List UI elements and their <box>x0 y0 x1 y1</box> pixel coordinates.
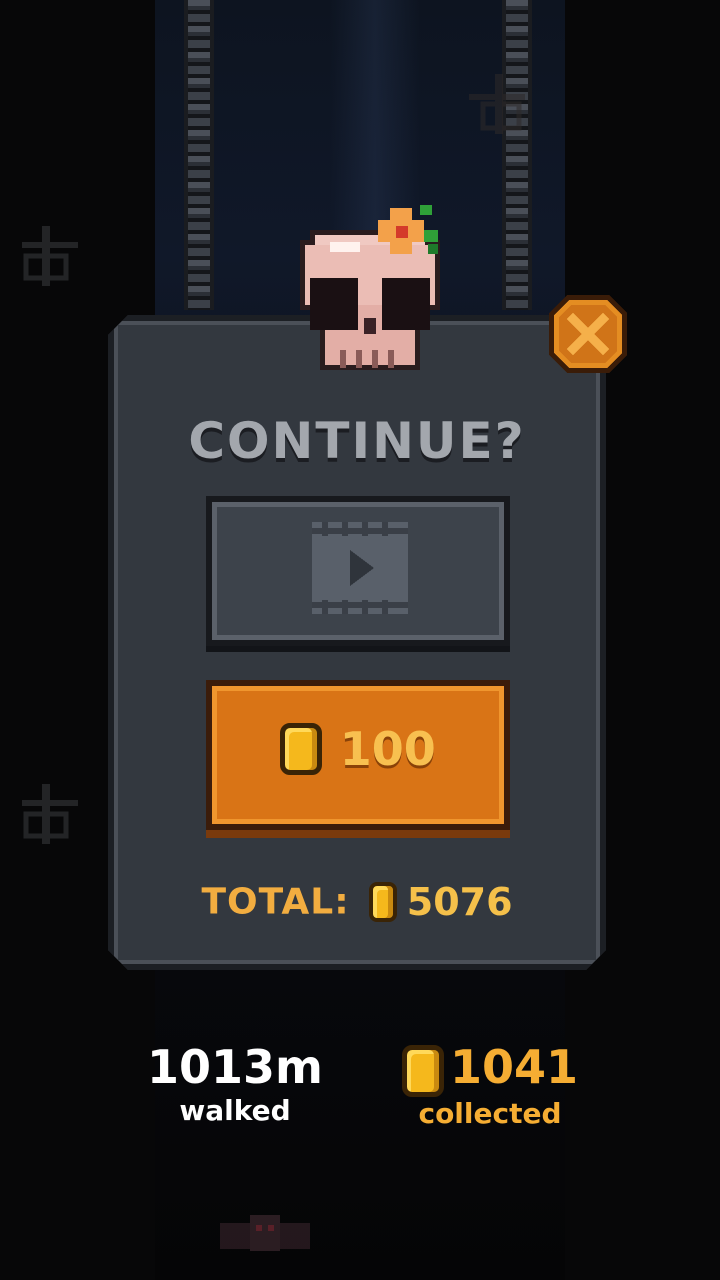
right-chain <box>502 0 532 310</box>
wall-sconce-icon <box>22 784 78 844</box>
wall-sconce-icon <box>469 74 525 134</box>
close-button[interactable] <box>547 293 629 375</box>
video-play-icon <box>312 522 408 614</box>
wall-sconce-icon <box>22 226 78 286</box>
coins-collected-stat: 1041 collected <box>380 1040 600 1131</box>
coin-price-value: 100 <box>339 722 436 776</box>
coin-icon <box>280 723 323 775</box>
watch-video-button[interactable] <box>206 496 510 646</box>
total-label: TOTAL: <box>201 881 350 923</box>
distance-label: walked <box>179 1094 291 1127</box>
coins-collected-row: 1041 <box>380 1040 600 1097</box>
left-chain <box>184 0 214 310</box>
bat-icon <box>220 1215 310 1251</box>
coins-collected-value: 1041 <box>449 1040 579 1094</box>
pay-coins-button[interactable]: 100 <box>206 680 510 830</box>
distance-stat: 1013m walked <box>130 1040 340 1128</box>
total-coins-value: 5076 <box>406 880 513 924</box>
distance-value: 1013m <box>147 1040 323 1094</box>
coin-price: 100 <box>212 722 504 776</box>
skull-icon <box>300 205 440 370</box>
coin-icon <box>401 1044 444 1097</box>
coins-collected-label: collected <box>418 1096 562 1130</box>
total-coins-row: TOTAL: 5076 <box>108 880 606 924</box>
dialog-title: CONTINUE? <box>188 412 526 470</box>
coin-icon <box>369 882 398 922</box>
